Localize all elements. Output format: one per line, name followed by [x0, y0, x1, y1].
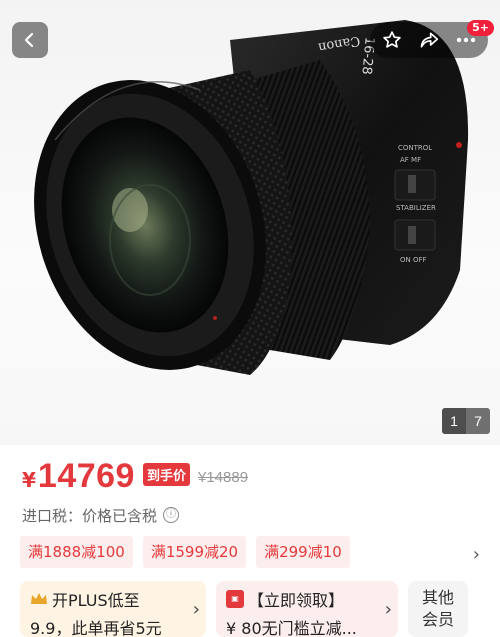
- share-button[interactable]: [415, 26, 443, 54]
- share-arrow-icon: [420, 32, 439, 48]
- pager-total: 7: [474, 413, 482, 429]
- coupon-item[interactable]: 满1599减20: [142, 536, 247, 568]
- plus-promo-card[interactable]: 开PLUS低至 9.9，此单再省5元 ›: [20, 581, 206, 637]
- lens-stabilizer-modes: ON OFF: [400, 256, 427, 264]
- coupon-claim-line2: ¥ 80无门槛立减...: [226, 619, 357, 637]
- notification-badge: 5+: [467, 20, 494, 36]
- other-member-card[interactable]: 其他 会员: [408, 581, 468, 637]
- lens-control-label: CONTROL: [398, 144, 432, 152]
- image-pager: 1 7: [442, 408, 490, 434]
- gift-icon: ▣: [226, 590, 244, 608]
- tax-label: 进口税：: [22, 506, 83, 525]
- product-image-gallery[interactable]: CONTROL AF MF STABILIZER ON OFF Canon 16…: [0, 0, 500, 445]
- coupon-claim-card[interactable]: ▣ 【立即领取】 ¥ 80无门槛立减... ›: [216, 581, 398, 637]
- chevron-right-icon: ›: [384, 599, 392, 620]
- chevron-right-icon: ›: [192, 599, 200, 620]
- other-member-line1: 其他: [421, 588, 454, 607]
- pager-current: 1: [442, 408, 466, 434]
- price-value: 14769: [37, 457, 135, 495]
- import-tax-row[interactable]: 进口税： 价格已含税 ⓘ: [22, 504, 180, 526]
- original-price: ¥14889: [197, 469, 249, 486]
- crown-icon: [31, 593, 47, 604]
- coupon-item[interactable]: 满299减10: [256, 536, 350, 568]
- plus-promo-line2: 9.9，此单再省5元: [30, 619, 162, 637]
- lens-control-modes: AF MF: [400, 156, 421, 164]
- chevron-left-icon: [24, 32, 34, 48]
- plus-promo-line1: 开PLUS低至: [52, 591, 140, 610]
- favorite-button[interactable]: [378, 26, 406, 54]
- tax-value: 价格已含税: [82, 506, 158, 525]
- star-outline-icon: [383, 31, 402, 48]
- info-icon[interactable]: ⓘ: [163, 507, 180, 523]
- product-image-lens: CONTROL AF MF STABILIZER ON OFF Canon 16…: [34, 20, 469, 375]
- price-currency: ¥: [22, 468, 36, 492]
- coupon-item[interactable]: 满1888减100: [20, 536, 133, 568]
- coupon-more-chevron-icon[interactable]: ›: [473, 544, 480, 565]
- coupon-list: 满1888减100 满1599减20 满299减10: [20, 536, 360, 568]
- price-section: ¥ 14769 到手价 ¥14889: [22, 456, 248, 496]
- more-dots-icon: [456, 37, 475, 43]
- lens-stabilizer-label: STABILIZER: [396, 204, 436, 212]
- promotion-row: 开PLUS低至 9.9，此单再省5元 › ▣ 【立即领取】 ¥ 80无门槛立减.…: [20, 581, 468, 637]
- coupon-claim-line1: 【立即领取】: [248, 591, 345, 610]
- back-button[interactable]: [12, 22, 48, 58]
- other-member-line2: 会员: [421, 610, 454, 629]
- final-price-tag: 到手价: [142, 463, 190, 486]
